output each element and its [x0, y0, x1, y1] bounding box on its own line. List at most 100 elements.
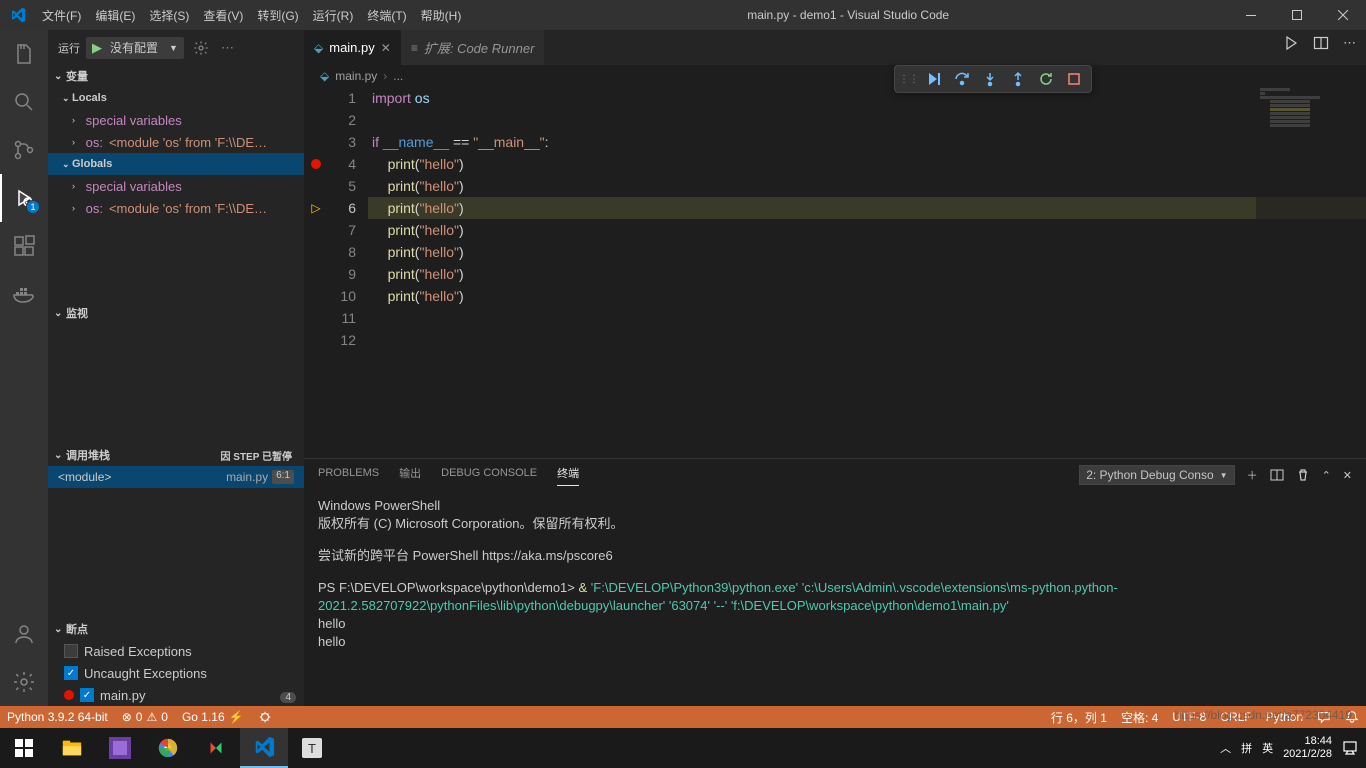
- panel-output[interactable]: 输出: [399, 465, 421, 485]
- checkbox-icon[interactable]: [64, 644, 78, 658]
- new-terminal-icon[interactable]: ＋: [1247, 467, 1258, 483]
- drag-grip-icon[interactable]: ⋮⋮: [899, 74, 919, 85]
- source-control-icon[interactable]: [0, 126, 48, 174]
- close-panel-icon[interactable]: ✕: [1343, 469, 1352, 482]
- watermark: https://blog.csdn.net/a772304419: [1175, 708, 1352, 722]
- svg-text:T: T: [308, 741, 316, 756]
- var-os-globals[interactable]: › os:<module 'os' from 'F:\\DE…: [48, 197, 304, 219]
- debug-controls: 运行 ▶ 没有配置 ▼ ⋯: [48, 30, 304, 65]
- explorer-taskbar-icon[interactable]: [48, 728, 96, 768]
- panel-debug[interactable]: DEBUG CONSOLE: [441, 467, 537, 483]
- section-breakpoints[interactable]: ⌄断点: [48, 618, 304, 640]
- menu-goto[interactable]: 转到(G): [250, 7, 305, 24]
- section-watch[interactable]: ⌄监视: [48, 302, 304, 324]
- run-debug-icon[interactable]: 1: [0, 174, 48, 222]
- terminal[interactable]: Windows PowerShell 版权所有 (C) Microsoft Co…: [304, 491, 1366, 706]
- tab-main[interactable]: ⬙main.py✕: [304, 30, 401, 65]
- account-icon[interactable]: [0, 610, 48, 658]
- menu-select[interactable]: 选择(S): [142, 7, 196, 24]
- python-file-icon: ⬙: [314, 41, 323, 55]
- restart-button[interactable]: [1033, 67, 1059, 91]
- run-file-icon[interactable]: [1283, 35, 1299, 51]
- tray-chevron-icon[interactable]: ︿: [1220, 740, 1231, 756]
- system-tray[interactable]: ︿ 拼 英 18:442021/2/28: [1220, 735, 1366, 761]
- python-file-icon: ⬙: [320, 69, 329, 83]
- play-icon[interactable]: ▶: [86, 40, 105, 56]
- step-over-button[interactable]: [949, 67, 975, 91]
- settings-gear-icon[interactable]: [0, 658, 48, 706]
- minimize-button[interactable]: [1228, 0, 1274, 30]
- breadcrumb[interactable]: ⬙main.py›...: [304, 65, 1366, 87]
- chevron-down-icon[interactable]: ▼: [163, 43, 184, 53]
- stop-button[interactable]: [1061, 67, 1087, 91]
- menu-edit[interactable]: 编辑(E): [88, 7, 142, 24]
- windows-taskbar: T ︿ 拼 英 18:442021/2/28: [0, 728, 1366, 768]
- more-icon[interactable]: ⋯: [218, 40, 237, 56]
- tab-ext[interactable]: ≡扩展: Code Runner: [401, 30, 545, 65]
- ime-lang[interactable]: 英: [1262, 740, 1273, 756]
- debug-sidebar: 运行 ▶ 没有配置 ▼ ⋯ ⌄变量 ⌄Locals › special vari…: [48, 30, 304, 706]
- split-terminal-icon[interactable]: [1270, 468, 1284, 482]
- terminal-dropdown[interactable]: 2: Python Debug Conso▼: [1079, 465, 1234, 485]
- section-callstack[interactable]: ⌄调用堆栈因 STEP 已暂停: [48, 444, 304, 466]
- var-special-globals[interactable]: › special variables: [48, 175, 304, 197]
- bp-main[interactable]: ✓main.py4: [48, 684, 304, 706]
- kill-terminal-icon[interactable]: [1296, 468, 1310, 482]
- docker-icon[interactable]: [0, 270, 48, 318]
- ext-icon: ≡: [411, 41, 418, 55]
- chrome-icon[interactable]: [144, 728, 192, 768]
- locals-header[interactable]: ⌄Locals: [48, 87, 304, 109]
- app-icon[interactable]: [96, 728, 144, 768]
- maximize-panel-icon[interactable]: ⌃: [1322, 469, 1331, 482]
- search-icon[interactable]: [0, 78, 48, 126]
- minimap[interactable]: [1256, 87, 1366, 458]
- problems-count[interactable]: ⊗0⚠0: [115, 706, 175, 728]
- app3-icon[interactable]: T: [288, 728, 336, 768]
- menu-terminal[interactable]: 终端(T): [360, 7, 413, 24]
- go-version[interactable]: Go 1.16⚡: [175, 706, 251, 728]
- bp-uncaught[interactable]: ✓Uncaught Exceptions: [48, 662, 304, 684]
- continue-button[interactable]: [921, 67, 947, 91]
- maximize-button[interactable]: [1274, 0, 1320, 30]
- close-icon[interactable]: ✕: [381, 41, 391, 55]
- config-dropdown[interactable]: ▶ 没有配置 ▼: [86, 37, 184, 59]
- app2-icon[interactable]: [192, 728, 240, 768]
- vscode-taskbar-icon[interactable]: [240, 728, 288, 768]
- menu-help[interactable]: 帮助(H): [414, 7, 469, 24]
- panel-problems[interactable]: PROBLEMS: [318, 467, 379, 483]
- extensions-icon[interactable]: [0, 222, 48, 270]
- editor-area: ⬙main.py✕ ≡扩展: Code Runner ⋯ ⋮⋮ ⬙main.py…: [304, 30, 1366, 706]
- debug-indicator[interactable]: [251, 706, 279, 728]
- titlebar: 文件(F) 编辑(E) 选择(S) 查看(V) 转到(G) 运行(R) 终端(T…: [0, 0, 1366, 30]
- close-button[interactable]: [1320, 0, 1366, 30]
- section-variables[interactable]: ⌄变量: [48, 65, 304, 87]
- gear-icon[interactable]: [190, 40, 212, 56]
- explorer-icon[interactable]: [0, 30, 48, 78]
- panel-terminal[interactable]: 终端: [557, 465, 579, 486]
- menu-view[interactable]: 查看(V): [196, 7, 250, 24]
- callstack-frame[interactable]: <module> main.py6:1: [48, 466, 304, 488]
- step-into-button[interactable]: [977, 67, 1003, 91]
- cursor-position[interactable]: 行 6，列 1: [1044, 706, 1114, 728]
- menu-run[interactable]: 运行(R): [306, 7, 361, 24]
- checkbox-icon[interactable]: ✓: [64, 666, 78, 680]
- var-special-locals[interactable]: › special variables: [48, 109, 304, 131]
- menu-file[interactable]: 文件(F): [35, 7, 88, 24]
- debug-badge: 1: [26, 200, 40, 214]
- code-editor[interactable]: ▷ 123456789101112 import osif __name__ =…: [304, 87, 1366, 458]
- split-editor-icon[interactable]: [1313, 35, 1329, 51]
- bp-raised[interactable]: Raised Exceptions: [48, 640, 304, 662]
- more-actions-icon[interactable]: ⋯: [1343, 35, 1356, 51]
- activity-bar: 1: [0, 30, 48, 706]
- python-version[interactable]: Python 3.9.2 64-bit: [0, 706, 115, 728]
- globals-header[interactable]: ⌄Globals: [48, 153, 304, 175]
- checkbox-icon[interactable]: ✓: [80, 688, 94, 702]
- step-out-button[interactable]: [1005, 67, 1031, 91]
- clock[interactable]: 18:442021/2/28: [1283, 735, 1332, 761]
- ime-icon[interactable]: 拼: [1241, 740, 1252, 756]
- indent[interactable]: 空格: 4: [1114, 706, 1165, 728]
- action-center-icon[interactable]: [1342, 740, 1358, 756]
- debug-toolbar[interactable]: ⋮⋮: [894, 65, 1092, 93]
- start-button[interactable]: [0, 728, 48, 768]
- var-os-locals[interactable]: › os:<module 'os' from 'F:\\DE…: [48, 131, 304, 153]
